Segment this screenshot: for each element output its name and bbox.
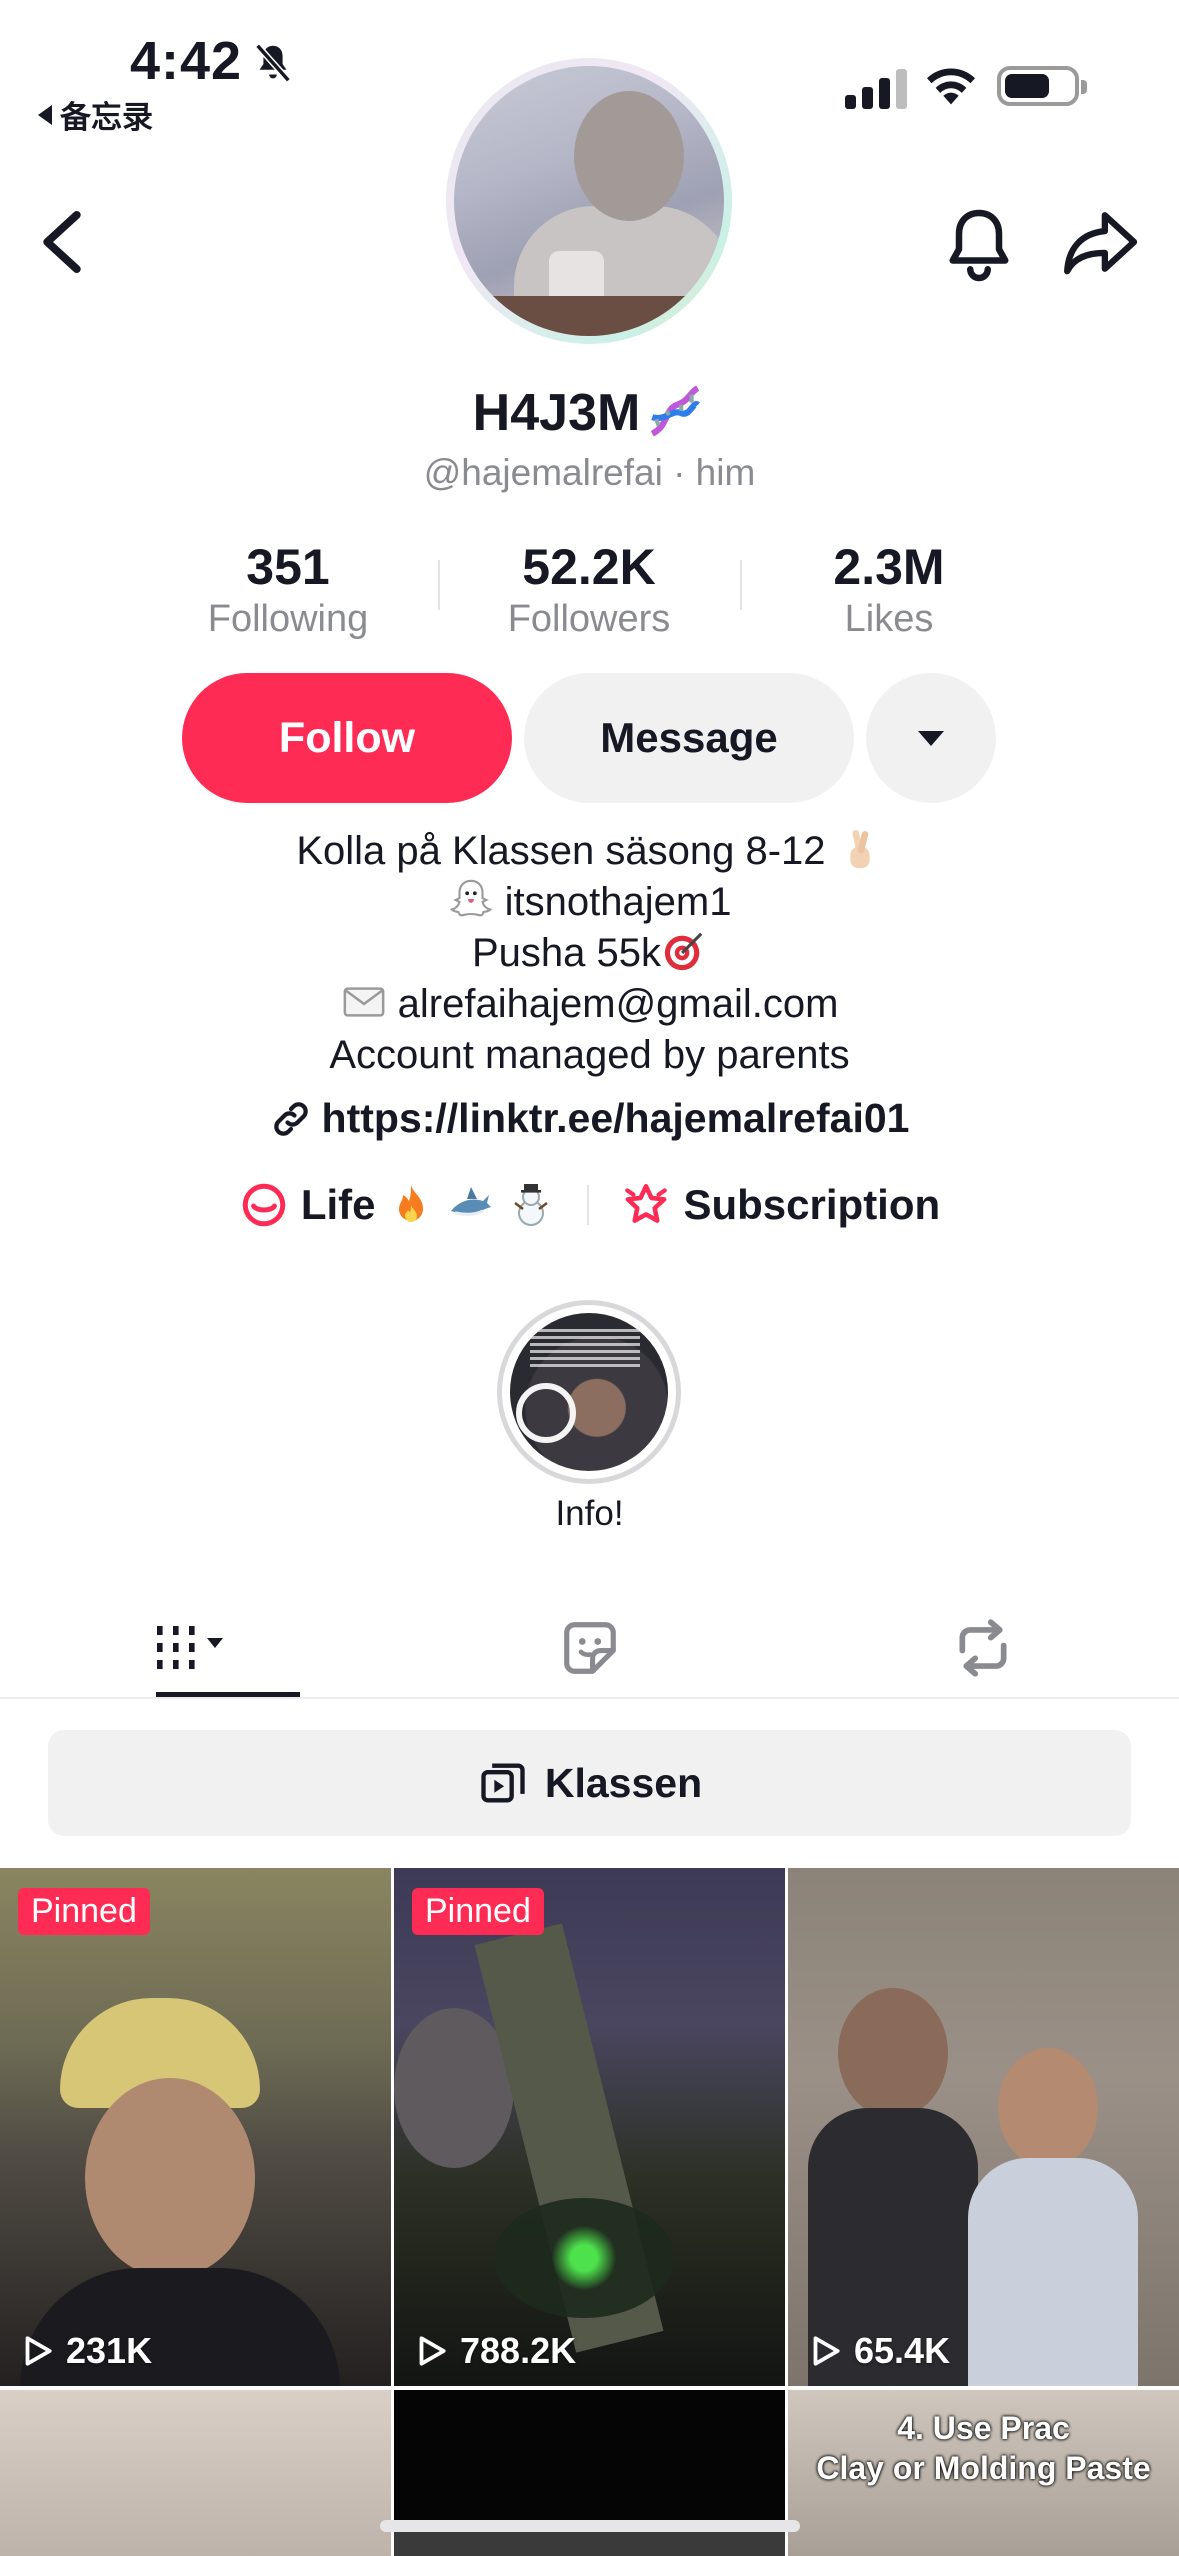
display-name-text: H4J3M	[472, 384, 641, 442]
shark-emoji-icon	[451, 1187, 492, 1216]
playlist-label: Klassen	[544, 1759, 703, 1806]
video-tile[interactable]: Pinned 231K	[0, 1868, 391, 2386]
stat-value: 2.3M	[833, 539, 945, 595]
bio-link[interactable]: https://linktr.ee/hajemalrefai01	[0, 1090, 1179, 1146]
message-button[interactable]: Message	[524, 673, 854, 803]
video-overlay-text: 4. Use Prac Clay or Molding Paste	[788, 2408, 1179, 2488]
suggested-accounts-button[interactable]	[866, 673, 996, 803]
story-highlight[interactable]	[497, 1300, 681, 1484]
home-indicator[interactable]	[380, 2520, 800, 2532]
snowman-emoji-icon	[514, 1184, 549, 1226]
stat-following[interactable]: 351 Following	[158, 538, 418, 641]
follow-button[interactable]: Follow	[182, 673, 512, 803]
display-name: H4J3M	[0, 380, 1179, 443]
chevron-left-icon[interactable]	[36, 210, 88, 274]
video-tile[interactable]: 65.4K	[788, 1868, 1179, 2386]
envelope-icon	[343, 987, 384, 1017]
bio-line-text: Pusha 55k	[471, 931, 662, 975]
bio-line-text: alrefaihajem@gmail.com	[397, 982, 839, 1026]
play-icon	[419, 2336, 446, 2366]
lemon8-icon	[242, 1183, 286, 1227]
favorites-icon	[563, 1622, 616, 1674]
bio-line-text: itsnothajem1	[504, 880, 732, 924]
back-triangle-icon	[38, 104, 52, 125]
subscription-star-icon	[625, 1183, 668, 1223]
stat-label: Followers	[507, 598, 671, 640]
bio-line: Pusha 55k	[0, 928, 1179, 979]
story-highlight-label: Info!	[555, 1494, 624, 1533]
status-time: 4:42	[130, 31, 243, 91]
bell-icon[interactable]	[944, 204, 1014, 282]
view-count: 65.4K	[806, 2330, 950, 2372]
link-icon	[273, 1102, 308, 1136]
stat-value: 52.2K	[522, 539, 656, 595]
tab-reposts[interactable]	[786, 1600, 1179, 1696]
snapchat-ghost-icon	[449, 879, 492, 917]
bell-off-icon	[255, 43, 291, 83]
stat-likes[interactable]: 2.3M Likes	[759, 538, 1019, 641]
bio-link-text: https://linktr.ee/hajemalrefai01	[321, 1095, 910, 1141]
overlay-line: Clay or Molding Paste	[816, 2450, 1151, 2486]
view-count-text: 788.2K	[460, 2330, 577, 2371]
overlay-line: 4. Use Prac	[897, 2410, 1070, 2446]
bio-line-text: Kolla på Klassen säsong 8-12	[296, 829, 826, 873]
video-tile[interactable]	[0, 2390, 391, 2556]
handle-pronouns: @hajemalrefai · him	[423, 452, 756, 493]
video-tile[interactable]: Pinned 788.2K	[394, 1868, 785, 2386]
bio: Kolla på Klassen säsong 8-12 itsnothajem…	[0, 826, 1179, 1081]
bio-line: alrefaihajem@gmail.com	[0, 979, 1179, 1030]
battery-icon	[997, 66, 1087, 106]
subscription-label: Subscription	[683, 1181, 941, 1228]
profile-chips: Life Subscription	[0, 1180, 1179, 1230]
bio-line: Account managed by parents	[329, 1033, 850, 1077]
tab-videos[interactable]	[0, 1600, 393, 1696]
view-count: 788.2K	[412, 2330, 576, 2372]
pinned-badge: Pinned	[18, 1888, 150, 1935]
bio-line: Kolla på Klassen säsong 8-12	[0, 826, 1179, 877]
lemon8-label: Life	[300, 1181, 376, 1228]
chip-divider	[587, 1185, 590, 1225]
repost-icon	[958, 1619, 1007, 1677]
stat-label: Likes	[844, 598, 934, 640]
playlist-button[interactable]: Klassen	[48, 1730, 1131, 1836]
tabs-divider	[0, 1697, 1179, 1699]
caret-down-icon	[918, 730, 944, 746]
pinned-badge: Pinned	[412, 1888, 544, 1935]
playlist-icon	[481, 1763, 525, 1803]
lemon8-chip[interactable]: Life	[239, 1180, 556, 1230]
videos-grid-icon	[156, 1626, 223, 1669]
target-icon	[664, 932, 703, 971]
view-count-text: 65.4K	[854, 2330, 951, 2371]
view-count: 231K	[18, 2330, 152, 2372]
stat-label: Following	[207, 598, 369, 640]
wifi-icon	[927, 68, 975, 105]
bio-line: itsnothajem1	[0, 877, 1179, 928]
crossed-fingers-icon	[850, 830, 870, 869]
avatar[interactable]	[446, 58, 732, 344]
stat-followers[interactable]: 52.2K Followers	[459, 538, 719, 641]
tab-favorites[interactable]	[393, 1600, 786, 1696]
subscription-chip[interactable]: Subscription	[621, 1180, 940, 1230]
view-count-text: 231K	[66, 2330, 153, 2371]
stat-divider	[438, 560, 440, 610]
video-tile[interactable]: 4. Use Prac Clay or Molding Paste	[788, 2390, 1179, 2556]
fire-emoji-icon	[399, 1185, 424, 1222]
stat-divider	[740, 560, 742, 610]
play-icon	[25, 2336, 52, 2366]
stat-value: 351	[246, 539, 330, 595]
back-to-app[interactable]: 备忘录	[38, 92, 153, 137]
share-icon[interactable]	[1060, 208, 1140, 276]
dna-icon	[650, 385, 701, 437]
back-app-label: 备忘录	[60, 100, 153, 135]
cell-signal-icon	[845, 65, 907, 109]
play-icon	[813, 2336, 840, 2366]
